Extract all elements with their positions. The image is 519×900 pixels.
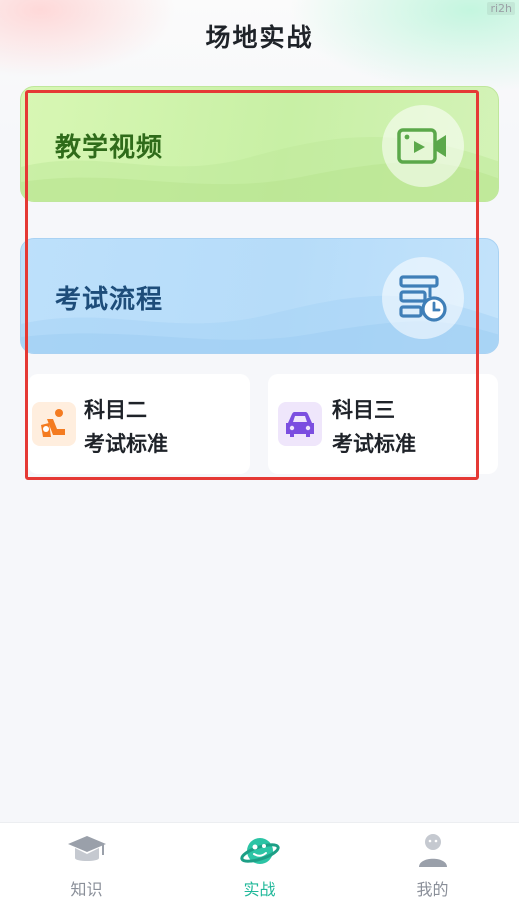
- tab-mine[interactable]: 我的: [346, 823, 519, 900]
- subject-three-title: 科目三: [332, 398, 395, 422]
- watermark: ri2h: [487, 2, 515, 15]
- subject-three-subtitle: 考试标准: [332, 432, 416, 456]
- tab-practice[interactable]: 实战: [173, 823, 346, 900]
- car-icon: [278, 402, 322, 446]
- teaching-video-label: 教学视频: [55, 133, 164, 163]
- subject-two-card[interactable]: 科目二 考试标准: [28, 374, 250, 474]
- app-screen: ri2h 场地实战 教学视频 考试流程 科目二 考试标准 科目三 考试标准 知识…: [0, 0, 519, 900]
- subject-two-subtitle: 考试标准: [84, 432, 168, 456]
- tab-knowledge-label: 知识: [70, 880, 103, 899]
- subject-three-card[interactable]: 科目三 考试标准: [268, 374, 498, 474]
- tab-practice-label: 实战: [243, 880, 276, 899]
- graduation-cap-icon: [68, 836, 106, 861]
- planet-icon: [240, 838, 280, 864]
- exam-process-banner[interactable]: 考试流程: [20, 238, 499, 354]
- subject-two-title: 科目二: [84, 398, 147, 422]
- flowchart-icon: [382, 257, 464, 339]
- page-title: 场地实战: [205, 23, 314, 52]
- teaching-video-banner[interactable]: 教学视频: [20, 86, 499, 202]
- bottom-tab-bar: 知识 实战 我的: [0, 822, 519, 900]
- exam-process-label: 考试流程: [55, 285, 164, 315]
- tab-mine-label: 我的: [416, 880, 449, 899]
- video-icon: [382, 105, 464, 187]
- tab-knowledge[interactable]: 知识: [0, 823, 173, 900]
- driver-seat-icon: [32, 402, 76, 446]
- user-icon: [419, 834, 447, 867]
